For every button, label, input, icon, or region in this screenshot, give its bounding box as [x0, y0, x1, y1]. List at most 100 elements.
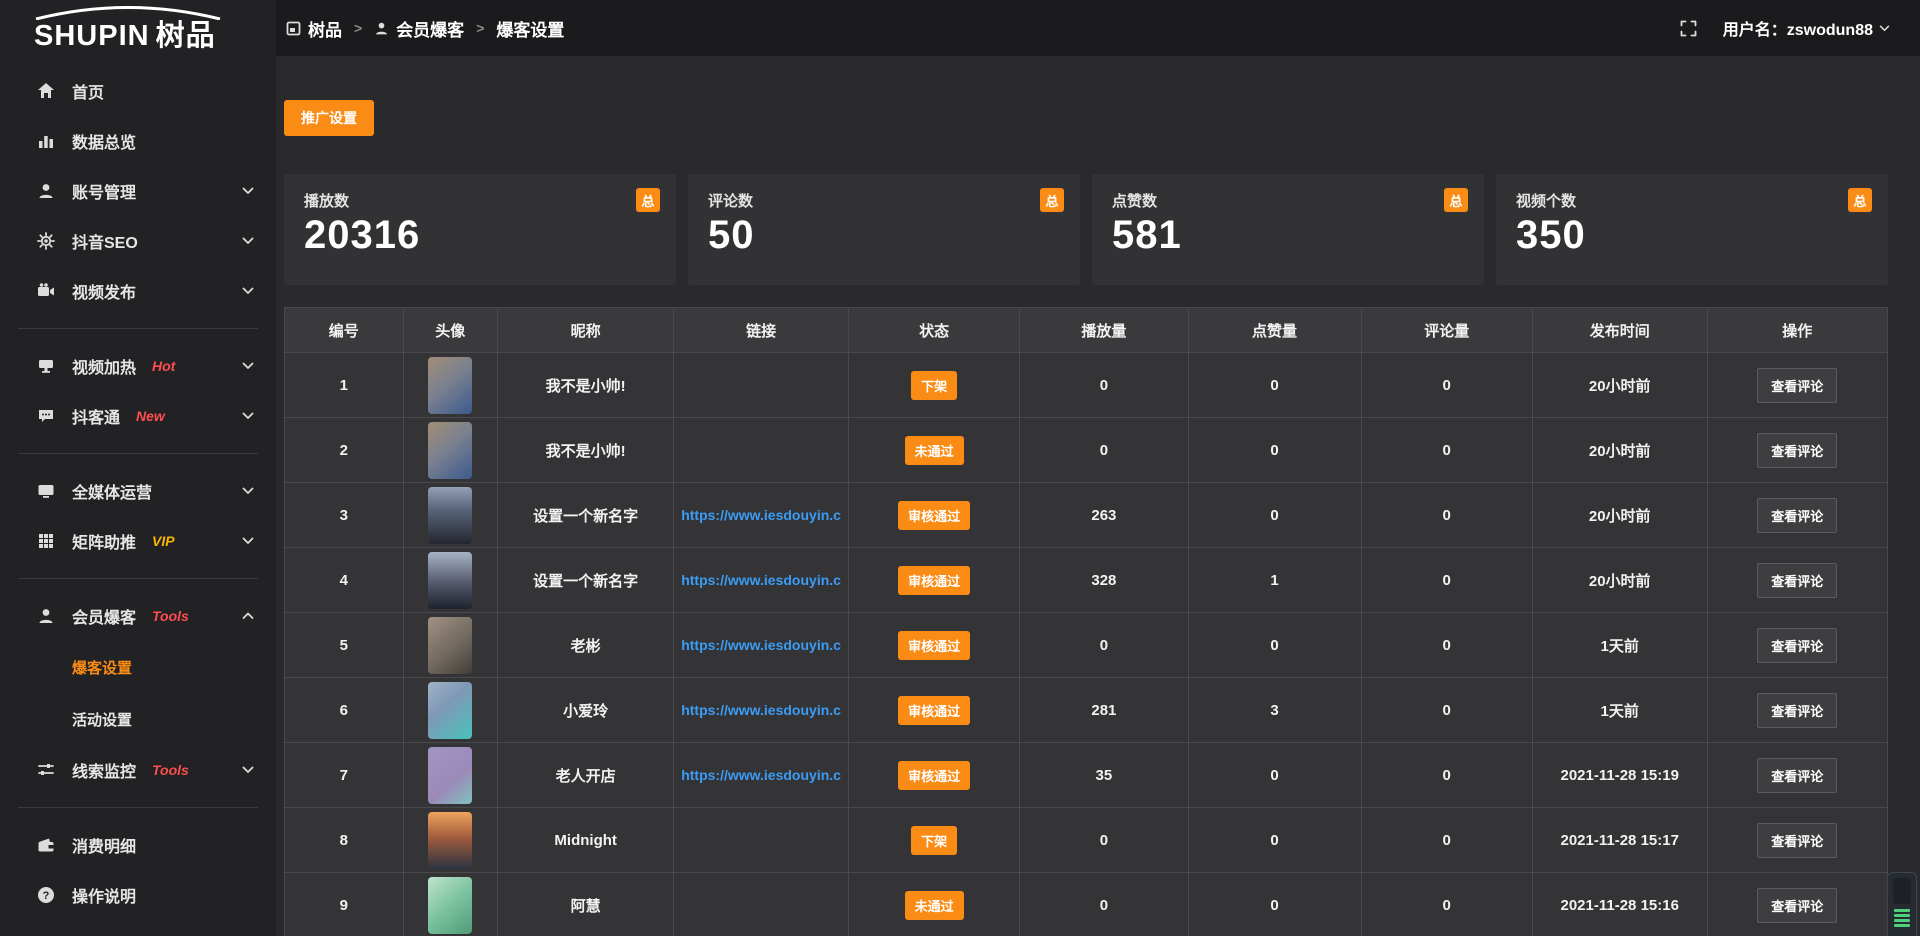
link-cell: https://www.iesdouyin.c — [674, 678, 849, 742]
view-comments-button[interactable]: 查看评论 — [1757, 628, 1837, 663]
sidebar-item-video-publish[interactable]: 视频发布 — [0, 266, 276, 316]
breadcrumb-label: 树品 — [308, 16, 342, 41]
comment-count: 0 — [1362, 353, 1533, 417]
main-column: 树品 > 会员爆客 > 爆客设置 用户名：zswodun88 推广设置 — [276, 0, 1920, 936]
action-cell: 查看评论 — [1708, 808, 1887, 872]
sidebar-item-label: 全媒体运营 — [72, 479, 152, 503]
sidebar-item-label: 操作说明 — [72, 883, 136, 907]
hot-badge: Hot — [152, 358, 175, 374]
sidebar-item-member-baoke[interactable]: 会员爆客 Tools — [0, 591, 276, 641]
sidebar-item-instructions[interactable]: ? 操作说明 — [0, 870, 276, 920]
column-header: 昵称 — [498, 308, 674, 352]
view-comments-button[interactable]: 查看评论 — [1757, 433, 1837, 468]
sidebar: SHUPIN树品 首页 数据总览 账号管理 抖音SEO 视频发布 — [0, 0, 276, 936]
sidebar-item-label: 视频发布 — [72, 279, 136, 303]
floating-widget[interactable] — [1887, 872, 1917, 936]
nickname: 我不是小帅! — [498, 353, 674, 417]
publish-time: 1天前 — [1533, 613, 1708, 677]
breadcrumb-item-member-baoke[interactable]: 会员爆客 — [374, 16, 464, 41]
link-cell — [674, 418, 849, 482]
username-menu[interactable]: 用户名：zswodun88 — [1723, 16, 1890, 40]
sidebar-item-douyin-seo[interactable]: 抖音SEO — [0, 216, 276, 266]
comment-count: 0 — [1362, 613, 1533, 677]
sidebar-item-home[interactable]: 首页 — [0, 66, 276, 116]
username-label: 用户名：zswodun88 — [1723, 16, 1873, 40]
chevron-down-icon — [242, 362, 254, 370]
row-number: 6 — [285, 678, 404, 742]
video-link[interactable]: https://www.iesdouyin.c — [681, 637, 841, 653]
publish-time: 2021-11-28 15:19 — [1533, 743, 1708, 807]
row-number: 2 — [285, 418, 404, 482]
sidebar-divider — [18, 807, 258, 808]
status-cell: 审核通过 — [849, 483, 1020, 547]
action-cell: 查看评论 — [1708, 418, 1887, 482]
view-comments-button[interactable]: 查看评论 — [1757, 563, 1837, 598]
sidebar-item-all-media[interactable]: 全媒体运营 — [0, 466, 276, 516]
breadcrumb-item-shupin[interactable]: 树品 — [286, 16, 342, 41]
view-comments-button[interactable]: 查看评论 — [1757, 823, 1837, 858]
avatar-cell — [404, 808, 499, 872]
view-comments-button[interactable]: 查看评论 — [1757, 498, 1837, 533]
sidebar-item-expense-detail[interactable]: 消费明细 — [0, 820, 276, 870]
video-link[interactable]: https://www.iesdouyin.c — [681, 767, 841, 783]
view-comments-button[interactable]: 查看评论 — [1757, 758, 1837, 793]
content: 推广设置 播放数 20316 总 评论数 50 总 点赞数 581 总 视频个数… — [276, 56, 1920, 936]
status-cell: 下架 — [849, 808, 1020, 872]
total-badge: 总 — [636, 188, 660, 212]
avatar — [428, 552, 472, 609]
stat-card-likes: 点赞数 581 总 — [1092, 174, 1484, 285]
like-count: 0 — [1189, 743, 1362, 807]
row-number: 8 — [285, 808, 404, 872]
status-cell: 审核通过 — [849, 678, 1020, 742]
question-circle-icon: ? — [36, 885, 56, 905]
avatar-cell — [404, 613, 499, 677]
view-comments-button[interactable]: 查看评论 — [1757, 693, 1837, 728]
view-comments-button[interactable]: 查看评论 — [1757, 368, 1837, 403]
sidebar-item-data-overview[interactable]: 数据总览 — [0, 116, 276, 166]
sidebar-item-matrix-boost[interactable]: 矩阵助推 VIP — [0, 516, 276, 566]
breadcrumb-item-baoke-settings[interactable]: 爆客设置 — [496, 16, 564, 41]
avatar — [428, 617, 472, 674]
comment-icon — [36, 406, 56, 426]
avatar — [428, 812, 472, 869]
video-link[interactable]: https://www.iesdouyin.c — [681, 507, 841, 523]
action-cell: 查看评论 — [1708, 873, 1887, 936]
sidebar-item-label: 线索监控 — [72, 758, 136, 782]
avatar-cell — [404, 743, 499, 807]
sidebar-item-label: 会员爆客 — [72, 604, 136, 628]
nickname: Midnight — [498, 808, 674, 872]
status-cell: 审核通过 — [849, 548, 1020, 612]
avatar — [428, 487, 472, 544]
vip-badge: VIP — [152, 533, 175, 549]
sidebar-subitem-baoke-settings[interactable]: 爆客设置 — [0, 641, 276, 693]
nickname: 我不是小帅! — [498, 418, 674, 482]
promo-settings-button[interactable]: 推广设置 — [284, 100, 374, 136]
sidebar-item-label: 数据总览 — [72, 129, 136, 153]
chevron-down-icon — [1879, 25, 1890, 32]
video-link[interactable]: https://www.iesdouyin.c — [681, 702, 841, 718]
stat-cards: 播放数 20316 总 评论数 50 总 点赞数 581 总 视频个数 350 … — [284, 174, 1888, 285]
table-row: 5 老彬 https://www.iesdouyin.c 审核通过 0 0 0 … — [285, 612, 1887, 677]
sidebar-item-video-heat[interactable]: 视频加热 Hot — [0, 341, 276, 391]
sidebar-subitem-activity-settings[interactable]: 活动设置 — [0, 693, 276, 745]
sidebar-item-douketong[interactable]: 抖客通 New — [0, 391, 276, 441]
svg-text:?: ? — [43, 890, 50, 902]
nickname: 设置一个新名字 — [498, 548, 674, 612]
topbar: 树品 > 会员爆客 > 爆客设置 用户名：zswodun88 — [276, 0, 1920, 56]
fullscreen-icon[interactable] — [1680, 20, 1697, 37]
publish-time: 20小时前 — [1533, 548, 1708, 612]
video-link[interactable]: https://www.iesdouyin.c — [681, 572, 841, 588]
view-comments-button[interactable]: 查看评论 — [1757, 888, 1837, 923]
tools-badge: Tools — [152, 762, 189, 778]
table-body: 1 我不是小帅! 下架 0 0 0 20小时前 查看评论 2 我不是小帅! 未通… — [285, 352, 1887, 936]
wallet-icon — [36, 835, 56, 855]
play-count: 35 — [1020, 743, 1188, 807]
comment-count: 0 — [1362, 678, 1533, 742]
sidebar-item-clue-monitor[interactable]: 线索监控 Tools — [0, 745, 276, 795]
publish-time: 20小时前 — [1533, 483, 1708, 547]
comment-count: 0 — [1362, 873, 1533, 936]
status-badge: 下架 — [911, 371, 957, 400]
status-cell: 未通过 — [849, 873, 1020, 936]
table-row: 2 我不是小帅! 未通过 0 0 0 20小时前 查看评论 — [285, 417, 1887, 482]
sidebar-item-account-mgmt[interactable]: 账号管理 — [0, 166, 276, 216]
